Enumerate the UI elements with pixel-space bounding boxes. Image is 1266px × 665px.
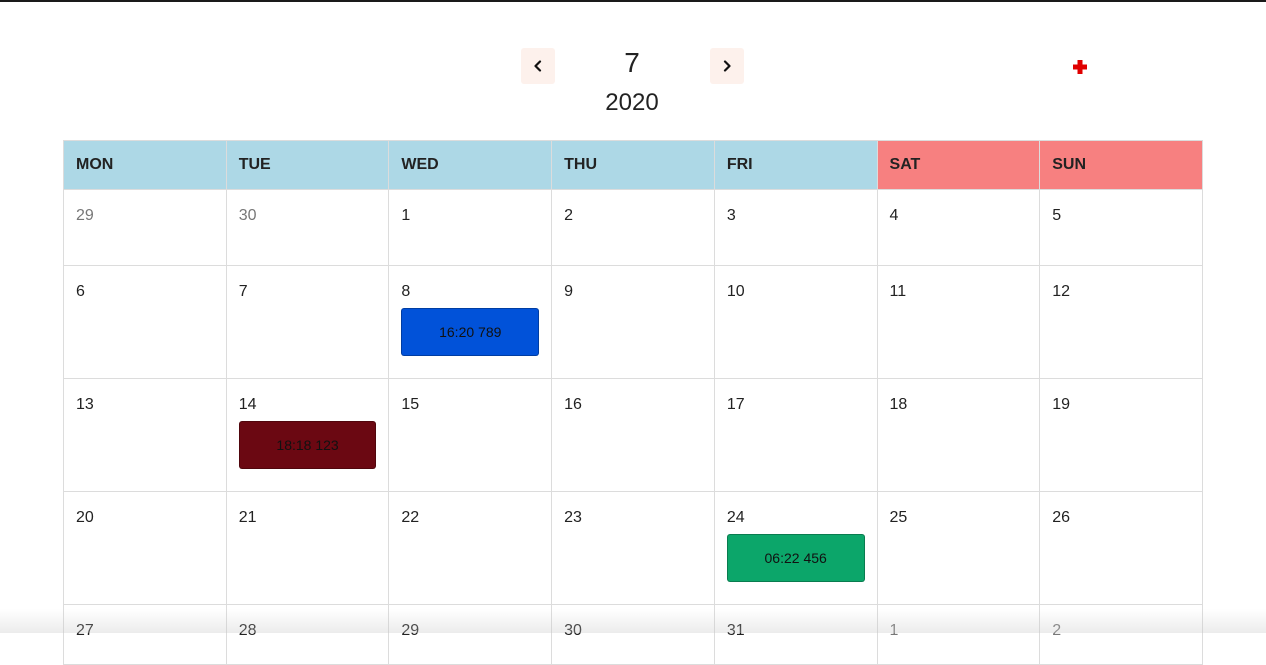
day-cell[interactable]: 5 <box>1040 190 1203 266</box>
day-cell[interactable]: 25 <box>877 492 1040 605</box>
day-number: 24 <box>715 492 877 528</box>
day-cell[interactable]: 11 <box>877 266 1040 379</box>
day-cell[interactable]: 7 <box>226 266 389 379</box>
day-number: 16 <box>552 379 714 415</box>
day-number: 28 <box>227 605 389 641</box>
day-cell[interactable]: 13 <box>64 379 227 492</box>
day-cell[interactable]: 1 <box>389 190 552 266</box>
day-cell[interactable]: 2 <box>1040 605 1203 665</box>
weekday-header-3: THU <box>552 141 715 190</box>
day-cell[interactable]: 17 <box>714 379 877 492</box>
day-number: 9 <box>552 266 714 302</box>
weekday-header-6: SUN <box>1040 141 1203 190</box>
day-cell[interactable]: 29 <box>389 605 552 665</box>
week-row: 1314 18:18 123 1516171819 <box>64 379 1203 492</box>
day-number: 17 <box>715 379 877 415</box>
day-number: 27 <box>64 605 226 641</box>
weekday-header-5: SAT <box>877 141 1040 190</box>
day-number: 29 <box>389 605 551 641</box>
day-number: 12 <box>1040 266 1202 302</box>
weekday-header-row: MONTUEWEDTHUFRISATSUN <box>64 141 1203 190</box>
day-cell[interactable]: 31 <box>714 605 877 665</box>
day-cell[interactable]: 16 <box>552 379 715 492</box>
day-cell[interactable]: 6 <box>64 266 227 379</box>
day-cell[interactable]: 2 <box>552 190 715 266</box>
day-number: 29 <box>64 190 226 226</box>
week-row: 678 16:20 789 9101112 <box>64 266 1203 379</box>
day-number: 1 <box>878 605 1040 641</box>
day-number: 20 <box>64 492 226 528</box>
day-number: 23 <box>552 492 714 528</box>
chevron-left-icon <box>532 60 544 72</box>
day-cell[interactable]: 14 18:18 123 <box>226 379 389 492</box>
day-cell[interactable]: 9 <box>552 266 715 379</box>
week-row: 272829303112 <box>64 605 1203 665</box>
day-number: 11 <box>878 266 1040 302</box>
add-event-button[interactable] <box>1071 58 1089 76</box>
day-number: 21 <box>227 492 389 528</box>
day-cell[interactable]: 19 <box>1040 379 1203 492</box>
day-cell[interactable]: 29 <box>64 190 227 266</box>
day-number: 19 <box>1040 379 1202 415</box>
year-label: 2020 <box>572 89 692 117</box>
weekday-header-2: WED <box>389 141 552 190</box>
day-cell[interactable]: 3 <box>714 190 877 266</box>
day-number: 2 <box>552 190 714 226</box>
day-cell[interactable]: 23 <box>552 492 715 605</box>
prev-month-button[interactable] <box>521 48 555 84</box>
day-cell[interactable]: 21 <box>226 492 389 605</box>
day-number: 5 <box>1040 190 1202 226</box>
day-number: 31 <box>715 605 877 641</box>
chevron-right-icon <box>721 60 733 72</box>
day-number: 6 <box>64 266 226 302</box>
day-number: 30 <box>227 190 389 226</box>
day-number: 14 <box>227 379 389 415</box>
day-number: 22 <box>389 492 551 528</box>
calendar-body: 29301234567816:20 7899101112131418:18 12… <box>64 190 1203 665</box>
day-number: 8 <box>389 266 551 302</box>
day-number: 10 <box>715 266 877 302</box>
day-cell[interactable]: 30 <box>552 605 715 665</box>
day-cell[interactable]: 1 <box>877 605 1040 665</box>
day-number: 26 <box>1040 492 1202 528</box>
day-cell[interactable]: 15 <box>389 379 552 492</box>
plus-icon <box>1071 58 1089 76</box>
day-number: 18 <box>878 379 1040 415</box>
next-month-button[interactable] <box>710 48 744 84</box>
weekday-header-4: FRI <box>714 141 877 190</box>
weekday-header-0: MON <box>64 141 227 190</box>
day-cell[interactable]: 20 <box>64 492 227 605</box>
calendar-header: 7 2020 <box>0 0 1266 140</box>
week-row: 2021222324 06:22 456 2526 <box>64 492 1203 605</box>
day-cell[interactable]: 26 <box>1040 492 1203 605</box>
calendar-grid: MONTUEWEDTHUFRISATSUN 29301234567816:20 … <box>63 140 1203 665</box>
day-cell[interactable]: 28 <box>226 605 389 665</box>
month-label: 7 <box>582 47 682 79</box>
day-cell[interactable]: 4 <box>877 190 1040 266</box>
weekday-header-1: TUE <box>226 141 389 190</box>
day-cell[interactable]: 18 <box>877 379 1040 492</box>
day-cell[interactable]: 10 <box>714 266 877 379</box>
week-row: 293012345 <box>64 190 1203 266</box>
day-number: 25 <box>878 492 1040 528</box>
day-cell[interactable]: 24 06:22 456 <box>714 492 877 605</box>
day-number: 13 <box>64 379 226 415</box>
event-item[interactable]: 06:22 456 <box>727 534 865 582</box>
day-number: 2 <box>1040 605 1202 641</box>
day-number: 1 <box>389 190 551 226</box>
day-number: 7 <box>227 266 389 302</box>
day-number: 15 <box>389 379 551 415</box>
day-number: 3 <box>715 190 877 226</box>
day-cell[interactable]: 22 <box>389 492 552 605</box>
day-number: 4 <box>878 190 1040 226</box>
day-cell[interactable]: 27 <box>64 605 227 665</box>
day-number: 30 <box>552 605 714 641</box>
event-item[interactable]: 18:18 123 <box>239 421 377 469</box>
day-cell[interactable]: 12 <box>1040 266 1203 379</box>
event-item[interactable]: 16:20 789 <box>401 308 539 356</box>
day-cell[interactable]: 30 <box>226 190 389 266</box>
day-cell[interactable]: 8 16:20 789 <box>389 266 552 379</box>
